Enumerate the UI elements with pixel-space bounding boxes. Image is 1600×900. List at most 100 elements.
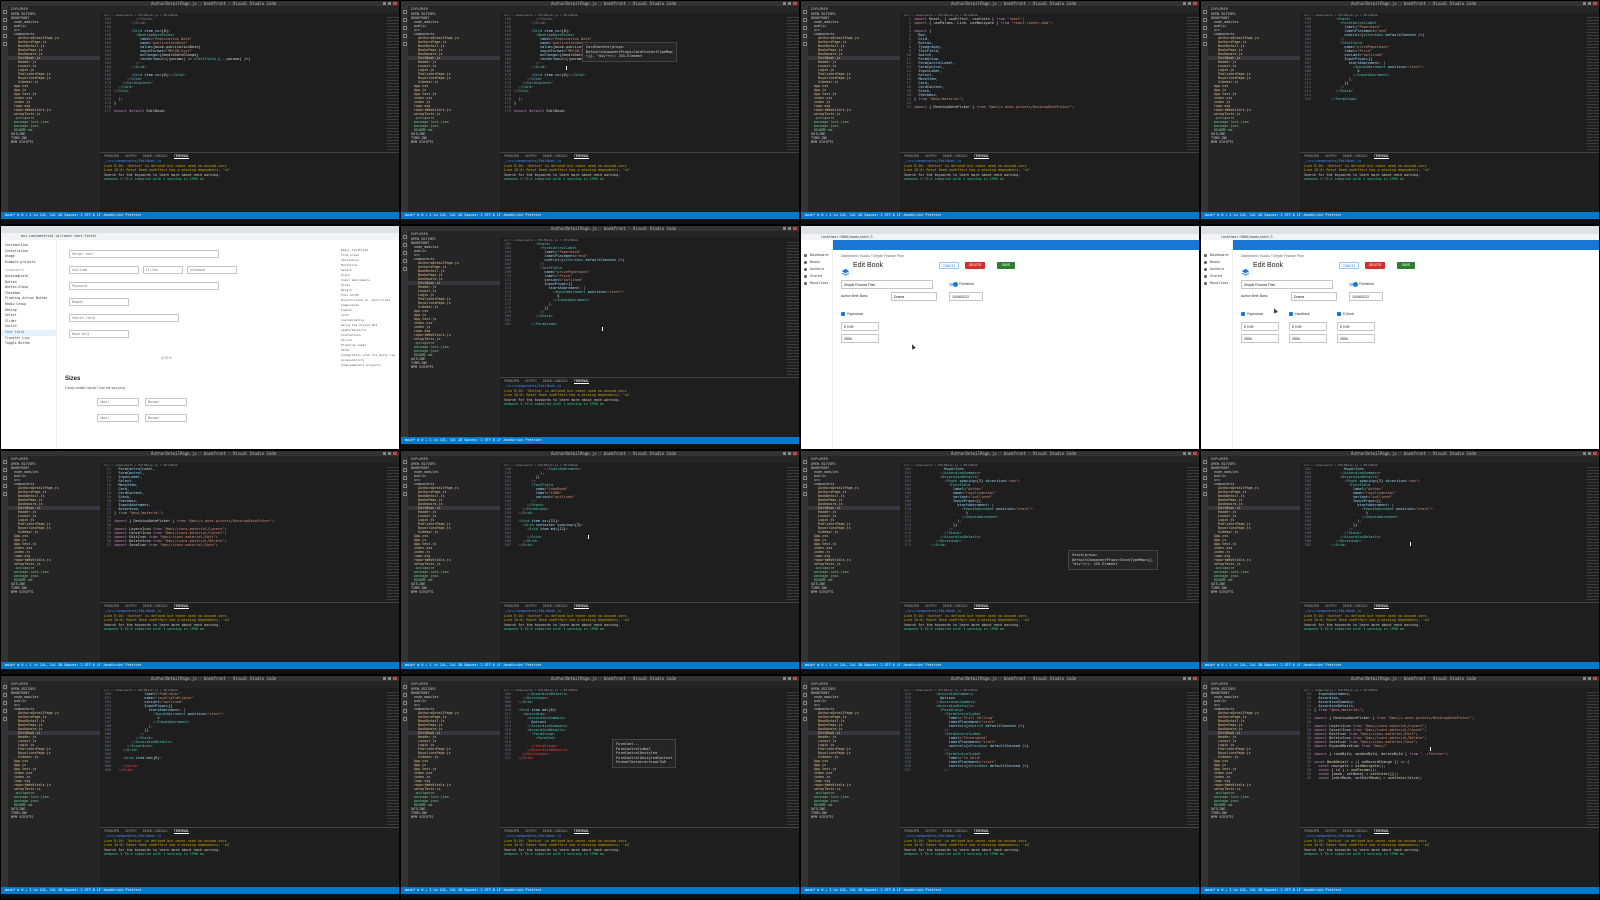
extensions-icon[interactable] bbox=[402, 717, 407, 721]
explorer-item[interactable]: NPM SCRIPTS bbox=[408, 140, 500, 144]
minimap[interactable] bbox=[387, 692, 399, 827]
title-field[interactable]: Simple Finance Plan bbox=[841, 280, 933, 289]
source-control-icon[interactable] bbox=[802, 476, 807, 480]
docs-size-field[interactable]: Normal bbox=[145, 414, 187, 422]
search-icon[interactable] bbox=[1202, 693, 1207, 697]
files-icon[interactable] bbox=[402, 685, 407, 689]
drawer-item[interactable]: Books bbox=[1201, 259, 1232, 266]
drawer-item[interactable]: Royalties bbox=[1201, 280, 1232, 287]
debug-icon[interactable] bbox=[402, 259, 407, 263]
panel-tab[interactable]: PROBLEMS bbox=[104, 154, 119, 158]
search-icon[interactable] bbox=[2, 693, 7, 697]
code-lines[interactable]: 290 label="Publisher" 291 name="royaltyPu… bbox=[100, 692, 385, 827]
code-lines[interactable]: 318 <AccordionSummary> 319 Options 320 </A… bbox=[900, 692, 1185, 827]
docs-size-field[interactable]: Small bbox=[97, 398, 139, 406]
minimap[interactable] bbox=[787, 242, 799, 377]
isbn-field[interactable]: ISBN bbox=[1289, 334, 1327, 343]
explorer-item[interactable]: NPM SCRIPTS bbox=[408, 815, 500, 819]
docs-demo-field[interactable]: Outlined bbox=[69, 266, 139, 274]
source-control-icon[interactable] bbox=[2, 701, 7, 705]
extensions-icon[interactable] bbox=[2, 42, 7, 46]
format-checkbox[interactable]: Paperback bbox=[841, 312, 863, 317]
explorer-item[interactable]: NPM SCRIPTS bbox=[1208, 590, 1300, 594]
code-lines[interactable]: 1 import React, { useEffect, useState } f… bbox=[900, 17, 1185, 152]
panel-tab[interactable]: PROBLEMS bbox=[504, 154, 519, 158]
extensions-icon[interactable] bbox=[2, 492, 7, 496]
panel-tab[interactable]: TERMINAL bbox=[173, 829, 190, 834]
minimap[interactable] bbox=[1187, 692, 1199, 827]
source-control-icon[interactable] bbox=[402, 701, 407, 705]
panel-tab[interactable]: OUTPUT bbox=[1325, 829, 1337, 833]
window-controls[interactable] bbox=[383, 677, 397, 680]
panel-tab[interactable]: DEBUG CONSOLE bbox=[1343, 604, 1368, 608]
window-controls[interactable] bbox=[1583, 677, 1597, 680]
drawer-item[interactable]: Stores bbox=[801, 273, 832, 280]
source-control-icon[interactable] bbox=[402, 251, 407, 255]
panel-tab[interactable]: DEBUG CONSOLE bbox=[543, 379, 568, 383]
date-picker[interactable]: 10/06/2022 bbox=[949, 292, 983, 301]
extensions-icon[interactable] bbox=[2, 717, 7, 721]
explorer-item[interactable]: NPM SCRIPTS bbox=[808, 590, 900, 594]
debug-icon[interactable] bbox=[402, 709, 407, 713]
panel-tab[interactable]: TERMINAL bbox=[573, 379, 590, 384]
panel-tab[interactable]: PROBLEMS bbox=[904, 154, 919, 158]
docs-nav-item[interactable]: Toggle Button bbox=[1, 341, 56, 347]
panel-tab[interactable]: TERMINAL bbox=[1373, 604, 1390, 609]
panel-tab[interactable]: OUTPUT bbox=[525, 154, 537, 158]
format-checkbox[interactable]: Hardback bbox=[1289, 312, 1310, 317]
delete-button[interactable]: DELETE bbox=[965, 262, 985, 269]
panel-tab[interactable]: PROBLEMS bbox=[904, 604, 919, 608]
explorer-item[interactable]: NPM SCRIPTS bbox=[408, 365, 500, 369]
panel-tab[interactable]: PROBLEMS bbox=[104, 604, 119, 608]
panel-tab[interactable]: DEBUG CONSOLE bbox=[943, 154, 968, 158]
code-lines[interactable]: 260 Royalties 261 </AccordionSummary> 262 … bbox=[900, 467, 1185, 602]
price-field[interactable]: $ 9.99 bbox=[1337, 322, 1375, 331]
minimap[interactable] bbox=[787, 467, 799, 602]
code-lines[interactable]: 248 </InputAdornment> 249 ), 250 }} 251 /> 2… bbox=[500, 467, 785, 602]
url-bar[interactable]: mui.com/material-ui/react-text-field/ bbox=[1, 233, 399, 240]
files-icon[interactable] bbox=[2, 460, 7, 464]
panel-tab[interactable]: PROBLEMS bbox=[504, 379, 519, 383]
panel-tab[interactable]: OUTPUT bbox=[125, 829, 137, 833]
isbn-field[interactable]: ISBN bbox=[1337, 334, 1375, 343]
explorer-item[interactable]: NPM SCRIPTS bbox=[808, 815, 900, 819]
explorer-item[interactable]: NPM SCRIPTS bbox=[1208, 815, 1300, 819]
panel-tab[interactable]: TERMINAL bbox=[973, 604, 990, 609]
explorer-item[interactable]: NPM SCRIPTS bbox=[8, 815, 100, 819]
panel-tab[interactable]: PROBLEMS bbox=[1304, 604, 1319, 608]
panel-tab[interactable]: TERMINAL bbox=[173, 154, 190, 159]
source-control-icon[interactable] bbox=[1202, 26, 1207, 30]
debug-icon[interactable] bbox=[2, 34, 7, 38]
extensions-icon[interactable] bbox=[802, 717, 807, 721]
explorer-item[interactable]: NPM SCRIPTS bbox=[808, 140, 900, 144]
minimap[interactable] bbox=[1587, 692, 1599, 827]
breadcrumb[interactable]: Dashboard / Books / Simple Finance Plan bbox=[1241, 254, 1304, 258]
panel-tab[interactable]: DEBUG CONSOLE bbox=[543, 154, 568, 158]
files-icon[interactable] bbox=[402, 460, 407, 464]
files-icon[interactable] bbox=[1202, 460, 1207, 464]
source-control-icon[interactable] bbox=[2, 26, 7, 30]
panel-tab[interactable]: DEBUG CONSOLE bbox=[543, 604, 568, 608]
extensions-icon[interactable] bbox=[802, 42, 807, 46]
panel-tab[interactable]: OUTPUT bbox=[925, 604, 937, 608]
minimap[interactable] bbox=[1187, 467, 1199, 602]
minimap[interactable] bbox=[387, 17, 399, 152]
panel-tab[interactable]: PROBLEMS bbox=[904, 829, 919, 833]
author-field[interactable]: Author Beth Bass bbox=[841, 294, 867, 298]
panel-tab[interactable]: TERMINAL bbox=[1373, 829, 1390, 834]
published-switch[interactable]: Published bbox=[949, 281, 974, 287]
save-button[interactable]: SAVE bbox=[1397, 262, 1415, 269]
minimap[interactable] bbox=[387, 467, 399, 602]
extensions-icon[interactable] bbox=[402, 267, 407, 271]
author-field[interactable]: Author Beth Bass bbox=[1241, 294, 1267, 298]
docs-size-field[interactable]: Small bbox=[97, 414, 139, 422]
code-lines[interactable]: 154 </Stack> 155 </Grid> 156 157 <Grid item… bbox=[100, 17, 385, 152]
debug-icon[interactable] bbox=[1202, 34, 1207, 38]
date-picker[interactable]: 10/06/2022 bbox=[1349, 292, 1383, 301]
drawer-item[interactable]: Dashboard bbox=[1201, 252, 1232, 259]
panel-tab[interactable]: TERMINAL bbox=[1373, 154, 1390, 159]
window-controls[interactable] bbox=[383, 2, 397, 5]
minimap[interactable] bbox=[1187, 17, 1199, 152]
panel-tab[interactable]: OUTPUT bbox=[1325, 154, 1337, 158]
explorer-item[interactable]: NPM SCRIPTS bbox=[8, 140, 100, 144]
